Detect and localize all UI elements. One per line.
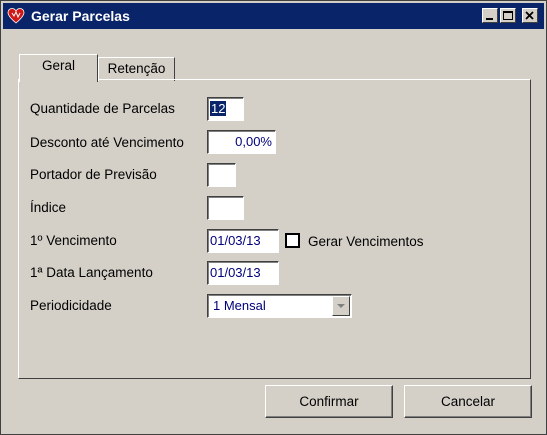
portador-previsao-field[interactable]: [207, 163, 236, 187]
close-button[interactable]: [522, 8, 538, 23]
close-icon: [525, 11, 534, 20]
portador-previsao-label: Portador de Previsão: [30, 167, 157, 182]
data-lancamento-label: 1ª Data Lançamento: [30, 265, 153, 280]
desconto-vencimento-value: 0,00%: [235, 134, 272, 149]
tab-retencao-label: Retenção: [107, 61, 166, 76]
data-lancamento-value: 01/03/13: [210, 265, 261, 280]
minimize-button[interactable]: [482, 8, 498, 23]
primeiro-vencimento-label: 1º Vencimento: [30, 233, 117, 248]
quantidade-parcelas-value: 12: [210, 101, 227, 116]
periodicidade-value: 1 Mensal: [213, 298, 266, 313]
minimize-icon: [486, 18, 493, 20]
desconto-vencimento-label: Desconto até Vencimento: [30, 135, 184, 150]
window-title: Gerar Parcelas: [31, 8, 130, 24]
title-bar[interactable]: Gerar Parcelas: [3, 3, 544, 29]
quantidade-parcelas-field[interactable]: 12: [207, 97, 244, 121]
heart-icon: [7, 8, 25, 24]
maximize-icon: [503, 11, 513, 20]
maximize-button[interactable]: [500, 8, 516, 23]
indice-field[interactable]: [207, 196, 244, 220]
gerar-vencimentos-label[interactable]: Gerar Vencimentos: [308, 234, 424, 249]
confirmar-button-label: Confirmar: [299, 394, 359, 409]
indice-label: Índice: [30, 200, 67, 215]
tab-retencao[interactable]: Retenção: [98, 57, 175, 81]
data-lancamento-field[interactable]: 01/03/13: [207, 261, 279, 285]
tab-geral-label: Geral: [41, 58, 75, 73]
gerar-parcelas-window: Gerar Parcelas Geral Retenção Quantidade…: [0, 0, 547, 435]
chevron-down-icon: [337, 304, 345, 308]
periodicidade-label: Periodicidade: [30, 298, 112, 313]
desconto-vencimento-field[interactable]: 0,00%: [207, 130, 276, 154]
quantidade-parcelas-label: Quantidade de Parcelas: [30, 101, 175, 116]
gerar-vencimentos-checkbox[interactable]: [285, 233, 300, 248]
primeiro-vencimento-value: 01/03/13: [210, 233, 261, 248]
confirmar-button[interactable]: Confirmar: [265, 385, 393, 418]
cancelar-button[interactable]: Cancelar: [404, 385, 532, 418]
periodicidade-dropdown-button[interactable]: [332, 296, 350, 316]
primeiro-vencimento-field[interactable]: 01/03/13: [207, 229, 279, 253]
cancelar-button-label: Cancelar: [440, 394, 496, 409]
periodicidade-select[interactable]: 1 Mensal: [207, 294, 352, 318]
tab-geral[interactable]: Geral: [19, 54, 98, 82]
